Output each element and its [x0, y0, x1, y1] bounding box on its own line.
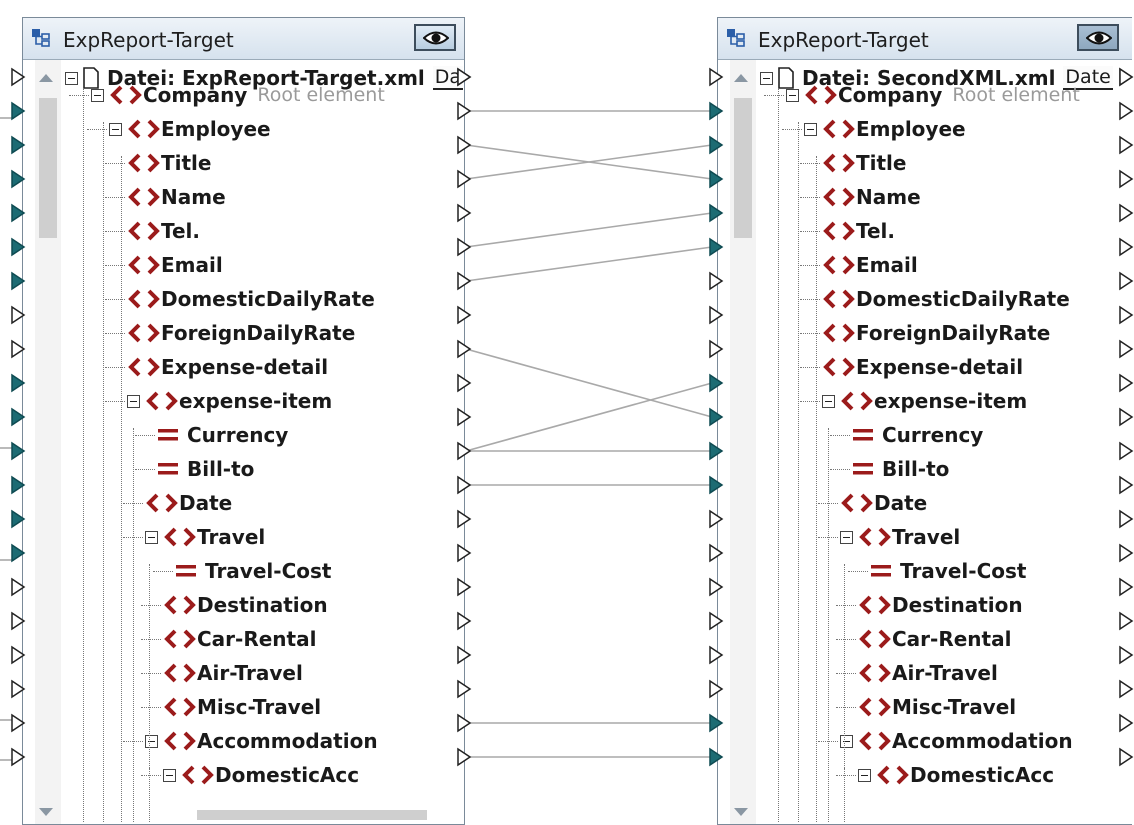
output-connector[interactable]	[457, 441, 472, 461]
input-connector[interactable]	[11, 67, 26, 87]
output-connector[interactable]	[457, 135, 472, 155]
output-connector[interactable]	[457, 203, 472, 223]
output-connector[interactable]	[1119, 543, 1134, 563]
input-connector[interactable]	[11, 237, 26, 257]
output-connector[interactable]	[457, 611, 472, 631]
output-connector[interactable]	[457, 305, 472, 325]
output-connector[interactable]	[457, 577, 472, 597]
input-connector[interactable]	[11, 747, 26, 767]
input-connector[interactable]	[11, 339, 26, 359]
output-connector[interactable]	[1119, 441, 1134, 461]
input-connector[interactable]	[709, 305, 724, 325]
output-connector[interactable]	[457, 339, 472, 359]
output-connector[interactable]	[457, 509, 472, 529]
output-connector[interactable]	[1119, 679, 1134, 699]
input-connector[interactable]	[709, 543, 724, 563]
input-connector[interactable]	[709, 373, 724, 393]
input-connector[interactable]	[709, 67, 724, 87]
input-connector[interactable]	[11, 475, 26, 495]
output-connector[interactable]	[1119, 271, 1134, 291]
input-connector[interactable]	[709, 135, 724, 155]
output-connector[interactable]	[457, 407, 472, 427]
output-connector[interactable]	[457, 645, 472, 665]
input-connector[interactable]	[11, 577, 26, 597]
input-connector[interactable]	[11, 373, 26, 393]
input-connector[interactable]	[11, 441, 26, 461]
output-connector[interactable]	[457, 679, 472, 699]
output-connector[interactable]	[1119, 203, 1134, 223]
input-connector[interactable]	[11, 611, 26, 631]
input-connector[interactable]	[709, 611, 724, 631]
output-connector[interactable]	[1119, 645, 1134, 665]
input-connector[interactable]	[709, 475, 724, 495]
input-connector[interactable]	[11, 407, 26, 427]
mapping-line[interactable]	[465, 246, 713, 282]
mapping-line[interactable]	[465, 382, 713, 452]
input-connector[interactable]	[11, 645, 26, 665]
input-connector[interactable]	[709, 339, 724, 359]
input-connector[interactable]	[709, 577, 724, 597]
input-connector[interactable]	[11, 305, 26, 325]
input-connector[interactable]	[11, 135, 26, 155]
input-connector[interactable]	[709, 169, 724, 189]
input-connector[interactable]	[11, 679, 26, 699]
output-connector[interactable]	[457, 543, 472, 563]
output-connector[interactable]	[457, 237, 472, 257]
output-connector[interactable]	[1119, 339, 1134, 359]
input-connector[interactable]	[11, 713, 26, 733]
input-connector[interactable]	[709, 203, 724, 223]
input-connector[interactable]	[11, 271, 26, 291]
input-connector[interactable]	[709, 713, 724, 733]
output-connector[interactable]	[1119, 67, 1134, 87]
output-connector[interactable]	[1119, 509, 1134, 529]
output-connector[interactable]	[1119, 169, 1134, 189]
mapping-line[interactable]	[465, 212, 713, 248]
input-connector[interactable]	[709, 747, 724, 767]
mapping-line[interactable]	[465, 348, 713, 418]
output-connector[interactable]	[457, 169, 472, 189]
output-connector[interactable]	[457, 475, 472, 495]
output-connector[interactable]	[1119, 407, 1134, 427]
input-connector[interactable]	[709, 101, 724, 121]
output-connector[interactable]	[1119, 305, 1134, 325]
input-connector[interactable]	[11, 203, 26, 223]
output-connector[interactable]	[457, 747, 472, 767]
input-connector[interactable]	[709, 441, 724, 461]
input-connector[interactable]	[11, 509, 26, 529]
mapping-overlay	[0, 67, 1134, 767]
input-connector[interactable]	[709, 271, 724, 291]
output-connector[interactable]	[457, 101, 472, 121]
output-connector[interactable]	[1119, 747, 1134, 767]
output-connector[interactable]	[457, 271, 472, 291]
input-connector[interactable]	[709, 237, 724, 257]
output-connector[interactable]	[1119, 611, 1134, 631]
input-connector[interactable]	[709, 679, 724, 699]
input-connector[interactable]	[11, 101, 26, 121]
output-connector[interactable]	[1119, 373, 1134, 393]
output-connector[interactable]	[1119, 101, 1134, 121]
output-connector[interactable]	[1119, 577, 1134, 597]
output-connector[interactable]	[457, 67, 472, 87]
input-connector[interactable]	[11, 543, 26, 563]
output-connector[interactable]	[457, 713, 472, 733]
output-connector[interactable]	[1119, 475, 1134, 495]
input-connector[interactable]	[709, 645, 724, 665]
input-connector[interactable]	[11, 169, 26, 189]
output-connector[interactable]	[1119, 713, 1134, 733]
input-connector[interactable]	[709, 407, 724, 427]
input-connector[interactable]	[709, 509, 724, 529]
output-connector[interactable]	[1119, 237, 1134, 257]
output-connector[interactable]	[1119, 135, 1134, 155]
output-connector[interactable]	[457, 373, 472, 393]
